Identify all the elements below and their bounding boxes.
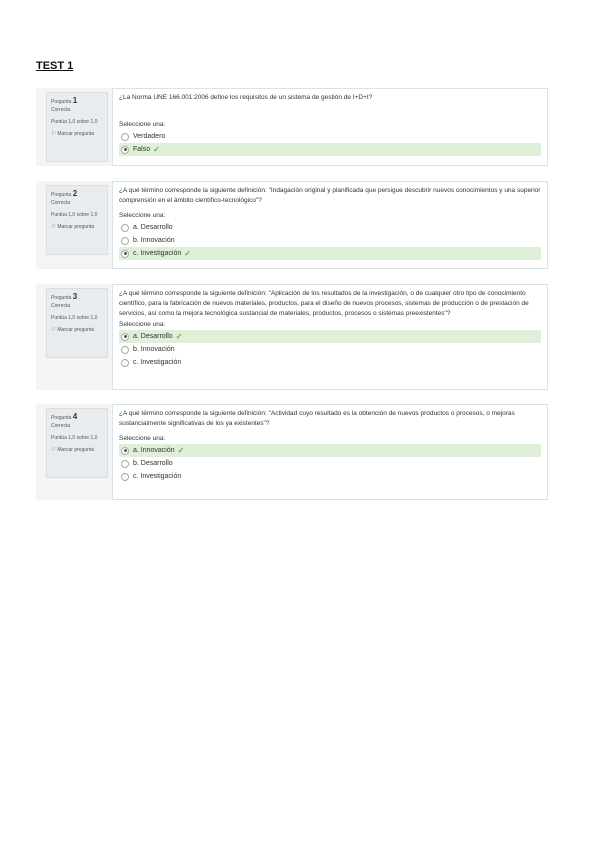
checkmark-icon: ✓ (175, 332, 183, 342)
question-number: Pregunta 1 (51, 96, 78, 105)
answer-option[interactable]: Verdadero (119, 130, 541, 143)
radio-button[interactable] (121, 332, 129, 341)
option-label: b. Desarrollo (133, 460, 173, 468)
answer-option[interactable]: c. Investigación ✓ (119, 247, 541, 261)
checkmark-icon: ✓ (184, 249, 191, 259)
radio-button[interactable] (121, 358, 129, 367)
question-text: ¿A qué término corresponde la siguiente … (119, 290, 529, 318)
question-4: Pregunta 4 Correcta Puntúa 1,0 sobre 1,0… (36, 404, 548, 500)
question-1: Pregunta 1 Correcta Puntúa 1,0 sobre 1,0… (36, 88, 548, 166)
radio-button[interactable] (121, 459, 129, 468)
flag-question-link[interactable]: ⚐Marcar pregunta (51, 326, 103, 334)
answer-option[interactable]: a. Desarrollo (119, 221, 541, 234)
radio-button[interactable] (121, 132, 129, 141)
question-number: Pregunta 3 (51, 292, 78, 301)
radio-button[interactable] (121, 446, 129, 455)
question-status: Correcta (51, 422, 71, 429)
checkmark-icon: ✓ (153, 145, 160, 155)
flag-icon: ⚐ (51, 224, 57, 231)
option-label: b. Innovación (133, 346, 175, 354)
option-label: a. Innovación (133, 447, 175, 455)
question-content: ¿A qué término corresponde la siguiente … (112, 404, 548, 500)
question-content: ¿La Norma UNE 166.001:2006 define los re… (112, 88, 548, 166)
question-info: Pregunta 3 Correcta Puntúa 1,0 sobre 1,0… (46, 288, 108, 358)
answer-prompt: Seleccione una: (119, 321, 166, 329)
flag-icon: ⚐ (51, 447, 57, 454)
checkmark-icon: ✓ (177, 446, 185, 456)
answer-option[interactable]: a. Innovación ✓ (119, 444, 541, 458)
radio-button[interactable] (121, 345, 129, 354)
option-label: c. Investigación (133, 359, 182, 367)
question-text: ¿A qué término corresponde la siguiente … (119, 187, 541, 205)
radio-button[interactable] (121, 472, 129, 481)
question-3: Pregunta 3 Correcta Puntúa 1,0 sobre 1,0… (36, 284, 548, 390)
question-score: Puntúa 1,0 sobre 1,0 (51, 211, 98, 218)
question-text: ¿La Norma UNE 166.001:2006 define los re… (119, 94, 373, 101)
option-label: c. Investigación (133, 473, 182, 481)
answer-option[interactable]: b. Innovación (119, 343, 541, 356)
flag-icon: ⚐ (51, 131, 57, 138)
question-number: Pregunta 4 (51, 412, 78, 421)
answer-option[interactable]: a. Desarrollo ✓ (119, 330, 541, 344)
answer-prompt: Seleccione una: (119, 435, 166, 443)
radio-button[interactable] (121, 145, 129, 154)
option-label: Falso (133, 146, 151, 154)
answer-option[interactable]: b. Desarrollo (119, 457, 541, 470)
radio-button[interactable] (121, 223, 129, 232)
question-2: Pregunta 2 Correcta Puntúa 1,0 sobre 1,0… (36, 181, 548, 269)
flag-icon: ⚐ (51, 327, 57, 334)
question-content: ¿A qué término corresponde la siguiente … (112, 181, 548, 269)
question-score: Puntúa 1,0 sobre 1,0 (51, 314, 98, 321)
question-info: Pregunta 1 Correcta Puntúa 1,0 sobre 1,0… (46, 92, 108, 162)
option-label: c. Investigación (133, 250, 182, 258)
question-text: ¿A qué término corresponde la siguiente … (119, 410, 515, 428)
question-content: ¿A qué término corresponde la siguiente … (112, 284, 548, 390)
answer-option[interactable]: c. Investigación (119, 470, 541, 483)
question-score: Puntúa 1,0 sobre 1,0 (51, 434, 98, 441)
answer-option[interactable]: Falso ✓ (119, 143, 541, 157)
option-label: a. Desarrollo (133, 224, 173, 232)
option-label: Verdadero (133, 133, 166, 141)
answer-option[interactable]: c. Investigación (119, 356, 541, 369)
answer-prompt: Seleccione una: (119, 121, 166, 129)
question-status: Correcta (51, 199, 71, 206)
question-status: Correcta (51, 106, 71, 113)
question-number: Pregunta 2 (51, 189, 78, 198)
radio-button[interactable] (121, 236, 129, 245)
answer-prompt: Seleccione una: (119, 212, 166, 220)
question-info: Pregunta 4 Correcta Puntúa 1,0 sobre 1,0… (46, 408, 108, 478)
page-title: TEST 1 (36, 60, 74, 72)
radio-button[interactable] (121, 249, 129, 258)
flag-question-link[interactable]: ⚐Marcar pregunta (51, 446, 103, 454)
answer-option[interactable]: b. Innovación (119, 234, 541, 247)
question-score: Puntúa 1,0 sobre 1,0 (51, 118, 98, 125)
option-label: b. Innovación (133, 237, 175, 245)
flag-question-link[interactable]: ⚐Marcar pregunta (51, 130, 103, 138)
option-label: a. Desarrollo (133, 333, 173, 341)
flag-question-link[interactable]: ⚐Marcar pregunta (51, 223, 103, 231)
question-status: Correcta (51, 302, 71, 309)
question-info: Pregunta 2 Correcta Puntúa 1,0 sobre 1,0… (46, 185, 108, 255)
